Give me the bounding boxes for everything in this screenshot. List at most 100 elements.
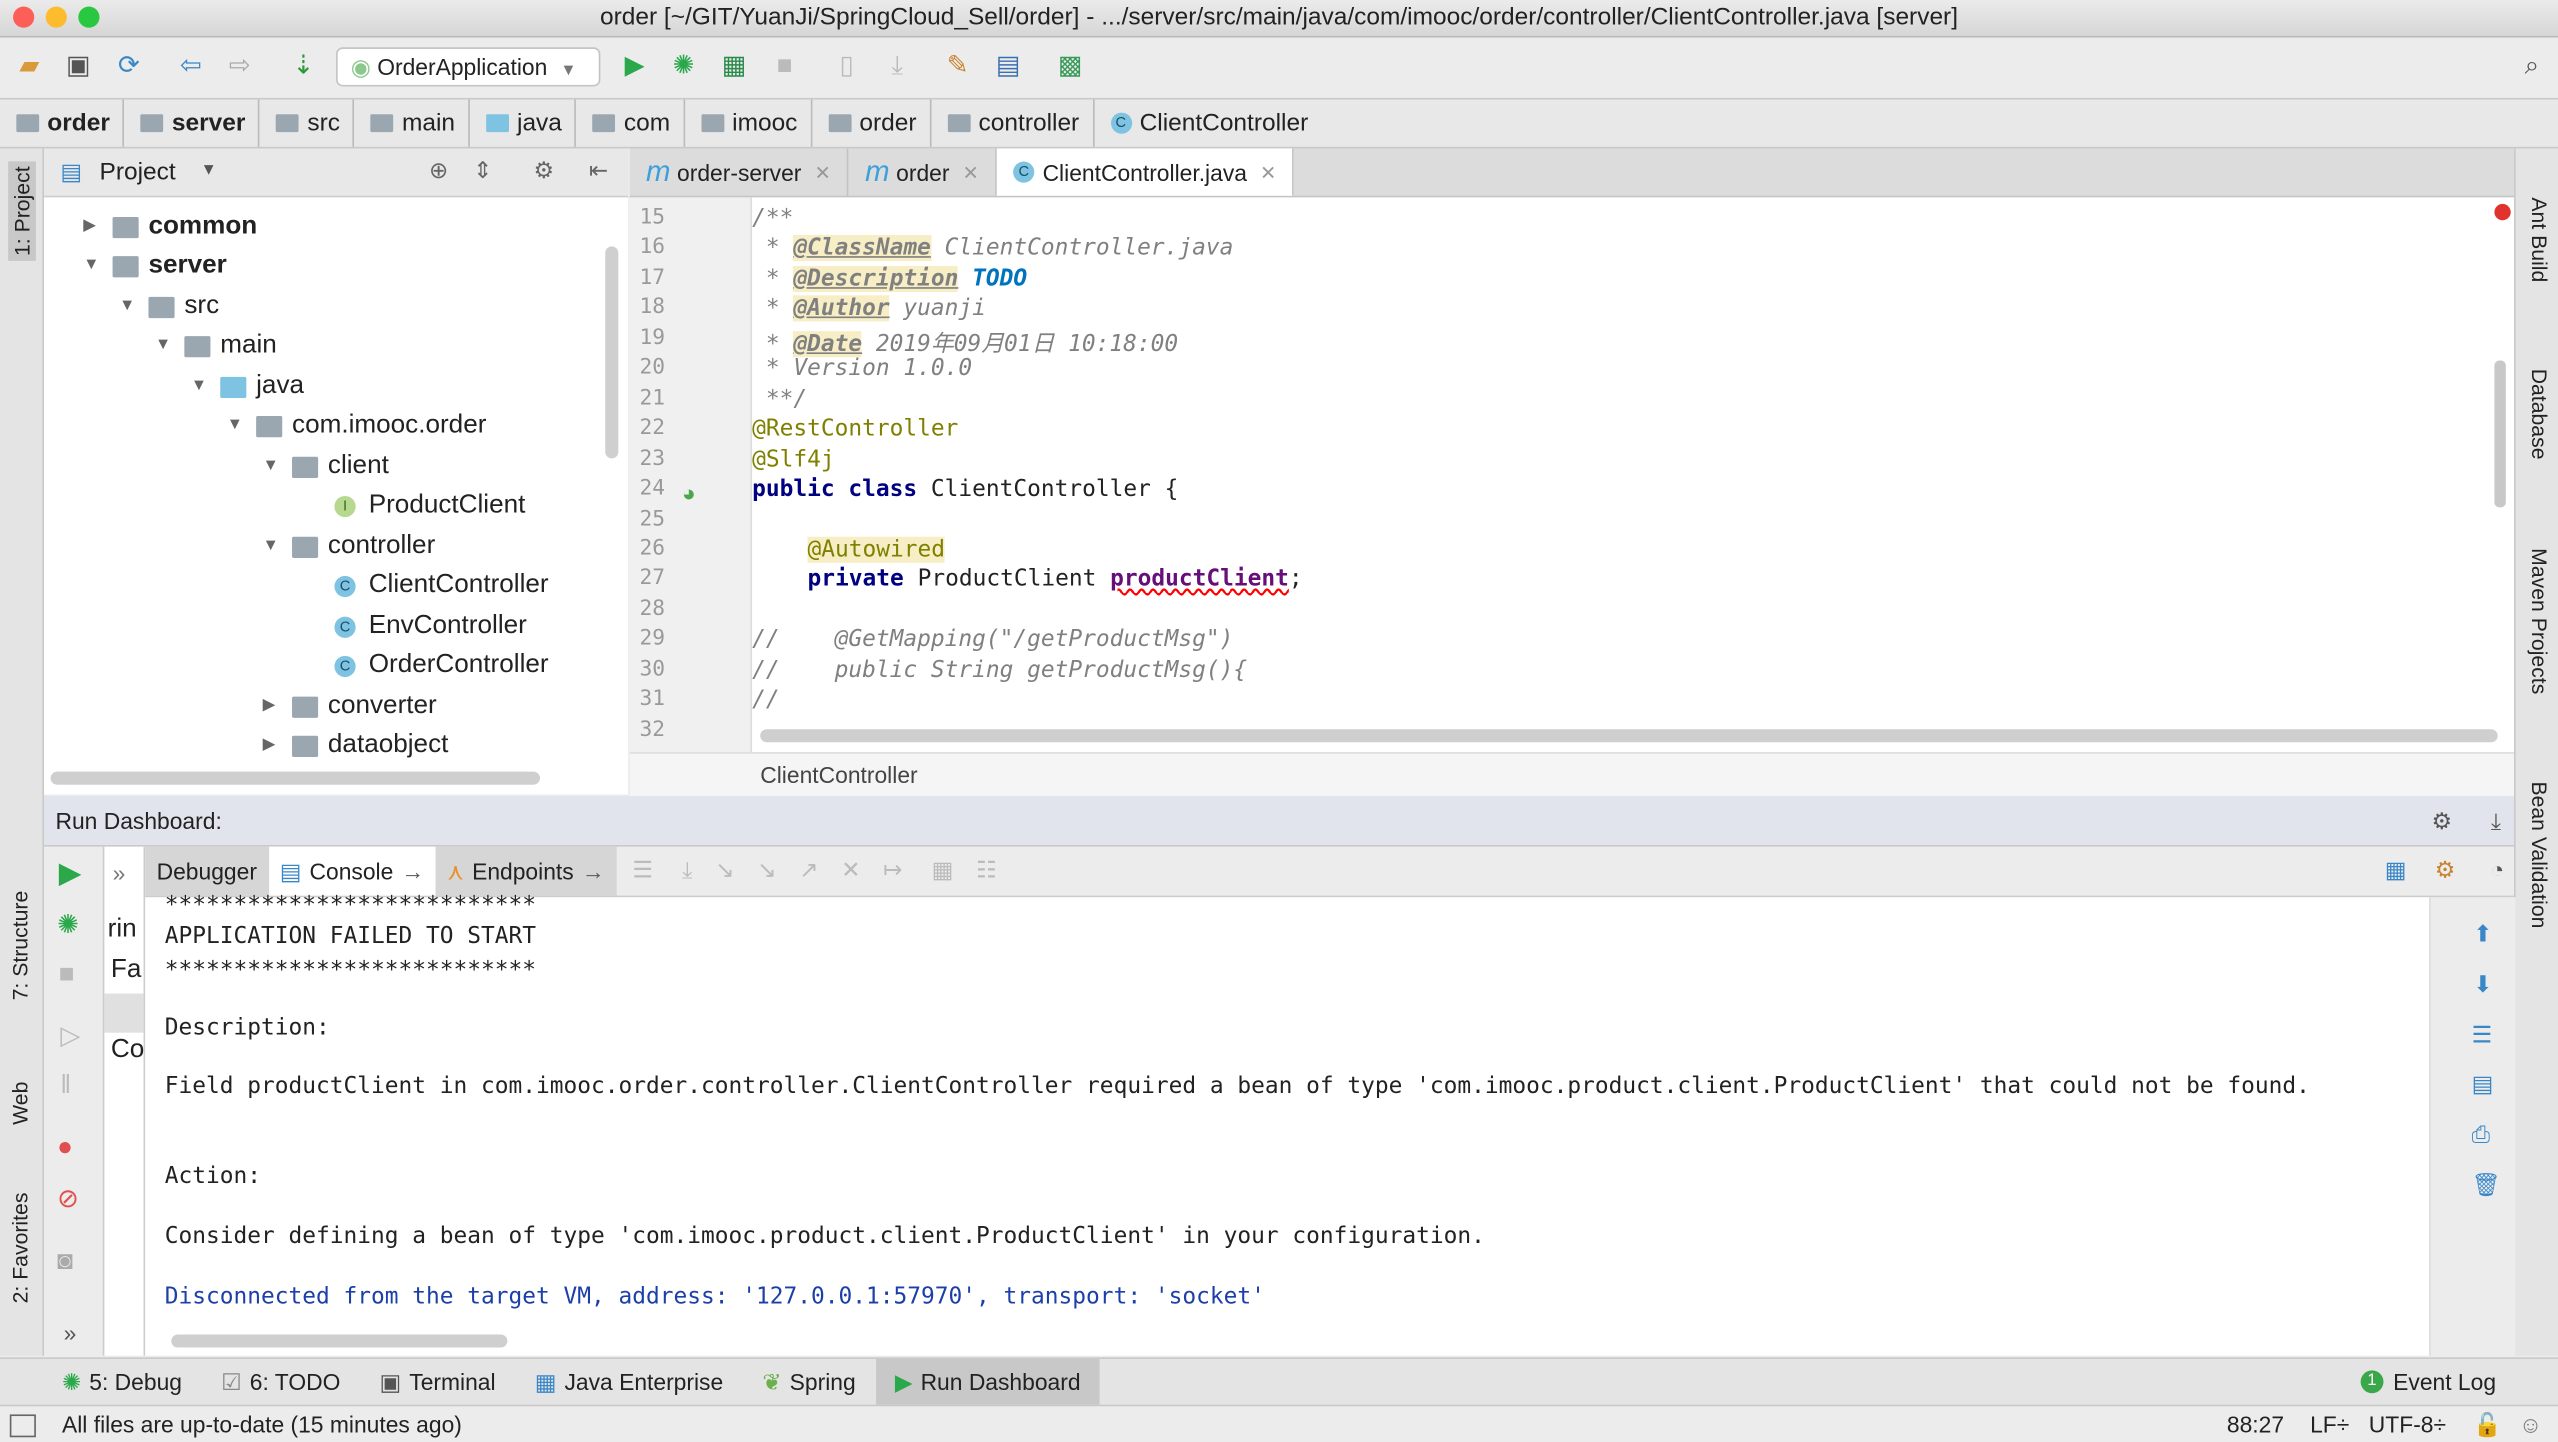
device-icon[interactable]: ▯ — [832, 52, 861, 81]
coverage-icon[interactable]: ▦ — [719, 52, 748, 81]
settings-icon[interactable]: ⚙ — [2435, 856, 2455, 884]
breadcrumb-server[interactable]: server — [125, 99, 261, 147]
up-arrow-icon[interactable]: ⬆ — [2473, 920, 2492, 948]
tab-order[interactable]: m order ✕ — [849, 148, 997, 196]
breadcrumb-order-package[interactable]: order — [812, 99, 932, 147]
tree-node-java[interactable]: ▼ java — [191, 367, 304, 406]
project-tool-button[interactable]: 1: Project — [8, 161, 36, 261]
web-tool-button[interactable]: Web — [8, 1082, 32, 1125]
expand-arrow-icon[interactable]: ▶ — [83, 207, 112, 246]
breadcrumb-java[interactable]: java — [470, 99, 577, 147]
breadcrumb-order[interactable]: order — [0, 99, 125, 147]
hide-panel-icon[interactable]: ⤓ — [2491, 796, 2501, 845]
breadcrumb-clientcontroller[interactable]: C ClientController — [1094, 100, 1321, 147]
close-window-button[interactable] — [13, 6, 35, 28]
debug-tool-button[interactable]: ✺ 5: Debug — [42, 1359, 201, 1405]
collapse-arrow-icon[interactable]: ▼ — [155, 326, 184, 365]
collapse-arrow-icon[interactable]: ▼ — [191, 367, 220, 406]
collapse-arrow-icon[interactable]: ▼ — [263, 447, 292, 486]
tree-node-converter[interactable]: ▶ converter — [263, 687, 437, 726]
tree-node-ordercontroller[interactable]: C OrderController — [334, 646, 549, 685]
run-icon[interactable]: ▶ — [59, 856, 82, 890]
tree-node-clientcontroller[interactable]: C ClientController — [334, 566, 549, 605]
collapse-arrow-icon[interactable]: ▼ — [119, 287, 148, 326]
camera-icon[interactable]: ◙ — [57, 1248, 73, 1277]
open-folder-icon[interactable]: ▰ — [15, 52, 44, 81]
error-indicator-icon[interactable] — [2494, 203, 2511, 221]
step-over-icon[interactable]: ⤓ — [682, 856, 692, 895]
encoding-select[interactable]: UTF-8÷ — [2369, 1406, 2446, 1442]
evaluate-expression-icon[interactable]: ▦ — [932, 856, 954, 895]
tab-debugger[interactable]: Debugger — [145, 846, 269, 896]
force-step-into-icon[interactable]: ↘ — [757, 856, 776, 895]
caret-position[interactable]: 88:27 — [2227, 1406, 2284, 1442]
ant-build-tool-button[interactable]: Ant Build — [2527, 197, 2551, 282]
sdk-icon[interactable]: ▩ — [1056, 52, 1085, 81]
trash-icon[interactable]: 🗑 — [2472, 1171, 2501, 1199]
forward-icon[interactable]: ⇨ — [225, 52, 254, 81]
rerun-icon[interactable]: ▷ — [60, 1020, 80, 1053]
structure-tool-button[interactable]: 7: Structure — [8, 891, 32, 1001]
breadcrumb-com[interactable]: com — [577, 99, 685, 147]
breadcrumb-main[interactable]: main — [355, 99, 470, 147]
breadcrumb-controller[interactable]: controller — [931, 99, 1094, 147]
editor-horizontal-scrollbar[interactable] — [760, 729, 2498, 743]
favorites-tool-button[interactable]: 2: Favorites — [8, 1193, 32, 1304]
maximize-window-button[interactable] — [78, 6, 100, 28]
speedometer-icon[interactable]: ◔ — [2490, 856, 2504, 882]
list-item-selected[interactable] — [104, 993, 144, 1033]
down-arrow-icon[interactable]: ⬇ — [2473, 971, 2492, 999]
tree-vertical-scrollbar[interactable] — [605, 246, 619, 459]
spring-tool-button[interactable]: ❦ Spring — [743, 1359, 875, 1405]
tree-node-main[interactable]: ▼ main — [155, 326, 277, 365]
java-enterprise-tool-button[interactable]: ▦ Java Enterprise — [515, 1359, 743, 1405]
print-icon[interactable]: ⎙ — [2472, 1121, 2490, 1149]
tree-node-common[interactable]: ▶ common — [83, 207, 257, 246]
collapse-arrow-icon[interactable]: ▼ — [263, 527, 292, 566]
tree-node-server[interactable]: ▼ server — [83, 246, 227, 285]
todo-tool-button[interactable]: ☑ 6: TODO — [202, 1359, 360, 1405]
tree-node-productclient[interactable]: I ProductClient — [334, 486, 525, 525]
editor-breadcrumb-item[interactable]: ClientController — [760, 762, 917, 788]
tree-node-dataobject[interactable]: ▶ dataobject — [263, 726, 449, 765]
inspector-icon[interactable]: ☺ — [2519, 1406, 2542, 1442]
list-item[interactable]: Fa — [111, 956, 141, 985]
breadcrumb-src[interactable]: src — [260, 99, 355, 147]
soft-wrap-icon[interactable]: ☰ — [2472, 1021, 2492, 1049]
search-icon[interactable]: ⌕ — [2517, 52, 2546, 81]
scroll-to-end-icon[interactable]: ▤ — [2472, 1070, 2494, 1098]
debug-icon[interactable]: ✺ — [669, 52, 698, 81]
locate-icon[interactable]: ⊕ — [429, 157, 448, 185]
debug-icon[interactable]: ✺ — [57, 909, 79, 942]
pause-icon[interactable]: ‖ — [60, 1072, 71, 1101]
save-icon[interactable]: ▣ — [64, 52, 93, 81]
collapse-all-icon[interactable]: ⇕ — [473, 157, 492, 185]
collapse-arrow-icon[interactable]: ▼ — [227, 406, 256, 445]
lock-icon[interactable]: 🔓 — [2473, 1406, 2501, 1442]
spring-bean-gutter-icon[interactable]: ◕ — [682, 480, 696, 506]
show-execution-point-icon[interactable]: ☰ — [632, 856, 652, 895]
tree-horizontal-scrollbar[interactable] — [50, 771, 540, 785]
mute-breakpoints-icon[interactable]: ⊘ — [57, 1183, 79, 1216]
close-tab-icon[interactable]: ✕ — [963, 161, 979, 184]
list-item[interactable]: Co — [111, 1036, 144, 1065]
collapse-arrow-icon[interactable]: ▼ — [83, 246, 112, 285]
drop-frame-icon[interactable]: ✕ — [841, 856, 860, 895]
tool-windows-toggle-icon[interactable] — [9, 1414, 36, 1438]
tree-node-envcontroller[interactable]: C EnvController — [334, 607, 527, 646]
database-tool-button[interactable]: Database — [2527, 369, 2551, 460]
run-icon[interactable]: ▶ — [620, 52, 649, 81]
back-icon[interactable]: ⇦ — [176, 52, 205, 81]
sync-icon[interactable]: ⟳ — [114, 52, 143, 81]
line-separator-select[interactable]: LF÷ — [2310, 1406, 2349, 1442]
maven-projects-tool-button[interactable]: Maven Projects — [2527, 548, 2551, 694]
step-into-icon[interactable]: ↘ — [715, 856, 734, 895]
console-horizontal-scrollbar[interactable] — [171, 1334, 508, 1348]
stop-icon[interactable]: ■ — [59, 961, 75, 990]
tree-node-client[interactable]: ▼ client — [263, 447, 389, 486]
build-icon[interactable]: ⇣ — [289, 52, 318, 81]
tree-node-com-imooc-order[interactable]: ▼ com.imooc.order — [227, 406, 487, 445]
event-log-tool-button[interactable]: 1 Event Log — [2341, 1359, 2516, 1405]
tab-console[interactable]: ▤ Console → — [268, 846, 436, 896]
list-item[interactable]: rin — [108, 915, 137, 944]
